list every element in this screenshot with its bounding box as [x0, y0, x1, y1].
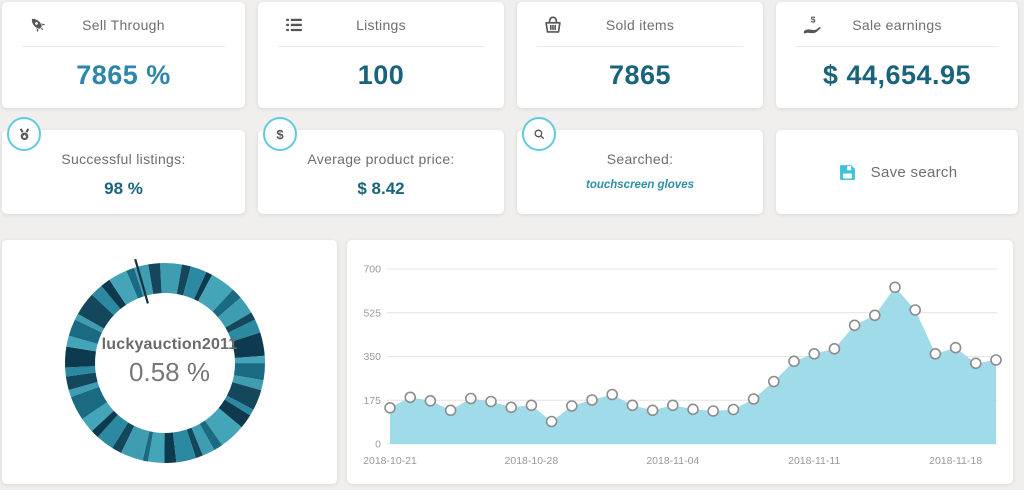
rocket-icon: [27, 14, 49, 36]
save-search-button[interactable]: Save search: [776, 130, 1018, 214]
stat-value: $ 44,654.95: [776, 60, 1018, 91]
save-search-card: Save search: [776, 130, 1018, 214]
sellers-donut-card: luckyauction2011 0.58 %: [2, 240, 337, 484]
stat-label: Searched:: [517, 151, 763, 167]
sold-items-area-chart[interactable]: 0 175 350 525 700 2018-10-21 2018-10-28 2018-11…: [347, 240, 1013, 484]
stat-card-sale-earnings: $ Sale earnings $ 44,654.95: [776, 2, 1018, 108]
stat-label: Average product price:: [258, 151, 504, 167]
stat-card-searched: Searched: touchscreen gloves: [517, 130, 763, 214]
list-icon: [283, 14, 305, 36]
svg-text:175: 175: [363, 395, 381, 407]
stat-value: 7865: [517, 60, 763, 91]
medal-icon: [7, 117, 41, 151]
svg-text:2018-10-28: 2018-10-28: [505, 455, 559, 467]
divider: [22, 46, 225, 47]
stat-title: Sold items: [606, 17, 674, 33]
hand-dollar-icon: $: [801, 14, 823, 36]
svg-text:$: $: [811, 15, 816, 25]
stat-card-average-price: $ Average product price: $ 8.42: [258, 130, 504, 214]
save-icon: [837, 162, 858, 183]
svg-text:2018-11-18: 2018-11-18: [929, 455, 982, 467]
svg-text:2018-10-21: 2018-10-21: [363, 455, 417, 467]
divider: [796, 46, 998, 47]
divider: [278, 46, 484, 47]
divider: [537, 46, 743, 47]
stat-card-listings: Listings 100: [258, 2, 504, 108]
search-icon: [522, 117, 556, 151]
stat-card-sold-items: Sold items 7865: [517, 2, 763, 108]
svg-text:525: 525: [363, 307, 381, 319]
sellers-donut-chart[interactable]: [60, 258, 270, 468]
stat-value: 98 %: [2, 179, 245, 199]
svg-text:0: 0: [375, 439, 381, 451]
svg-text:2018-11-04: 2018-11-04: [646, 455, 699, 467]
basket-icon: [542, 14, 564, 36]
search-query-value: touchscreen gloves: [517, 179, 763, 191]
stat-value: $ 8.42: [258, 179, 504, 199]
stat-label: Successful listings:: [2, 151, 245, 167]
svg-text:700: 700: [363, 264, 381, 276]
stat-value: 7865 %: [2, 60, 245, 91]
stat-card-sell-through: Sell Through 7865 %: [2, 2, 245, 108]
stat-title: Sale earnings: [852, 17, 942, 33]
stat-title: Listings: [356, 17, 406, 33]
svg-text:350: 350: [363, 351, 381, 363]
sold-items-chart-card: 0 175 350 525 700 2018-10-21 2018-10-28 2018-11…: [347, 240, 1013, 484]
stat-value: 100: [258, 60, 504, 91]
save-search-label: Save search: [871, 164, 958, 181]
svg-text:2018-11-11: 2018-11-11: [788, 455, 840, 467]
dollar-icon: $: [263, 117, 297, 151]
stat-title: Sell Through: [82, 17, 165, 33]
stat-card-successful-listings: Successful listings: 98 %: [2, 130, 245, 214]
